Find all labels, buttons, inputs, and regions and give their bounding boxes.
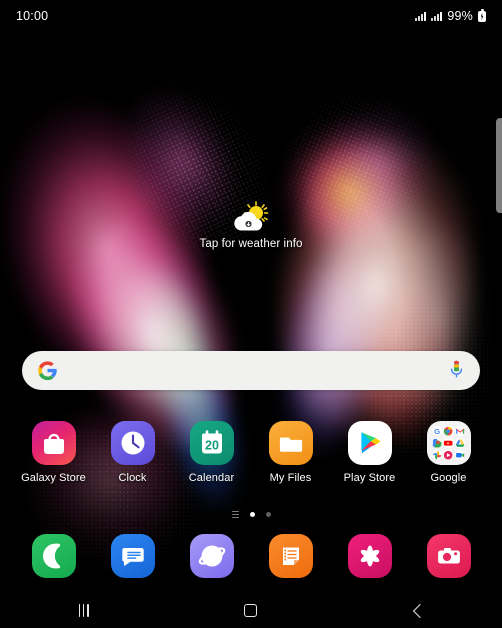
- messages-icon[interactable]: [110, 534, 155, 578]
- app-folder-google[interactable]: G Google: [413, 421, 485, 484]
- signal-bars-icon: [431, 11, 443, 21]
- navigation-bar: [0, 593, 502, 628]
- signal-bars-icon: [415, 11, 427, 21]
- app-play-store[interactable]: Play Store: [334, 421, 406, 484]
- meet-icon: [455, 449, 466, 460]
- edge-panel-handle[interactable]: [496, 118, 502, 213]
- dock-app-camera[interactable]: [413, 534, 485, 578]
- camera-icon[interactable]: [426, 534, 471, 578]
- phone-icon[interactable]: [31, 534, 76, 578]
- battery-charging-icon: [478, 9, 486, 22]
- svg-text:G: G: [434, 427, 440, 436]
- app-calendar[interactable]: 20 Calendar: [176, 421, 248, 484]
- google-g-logo: [38, 361, 57, 381]
- dock-app-notes[interactable]: [255, 534, 327, 578]
- my-files-icon[interactable]: [268, 421, 313, 465]
- back-button[interactable]: [383, 593, 453, 628]
- dock-app-messages[interactable]: [97, 534, 169, 578]
- sun-behind-cloud-icon: [234, 201, 269, 231]
- page-dot[interactable]: [265, 512, 271, 518]
- app-galaxy-store[interactable]: Galaxy Store: [18, 421, 90, 484]
- recents-icon: [78, 604, 89, 617]
- maps-icon: [431, 437, 442, 449]
- app-label: Galaxy Store: [21, 472, 86, 484]
- notes-icon[interactable]: [268, 534, 313, 578]
- gallery-icon[interactable]: [347, 534, 392, 578]
- status-bar-indicators: 99%: [415, 9, 486, 23]
- google-folder-icon[interactable]: G: [426, 421, 471, 465]
- back-chevron-icon: [412, 603, 427, 618]
- dock-app-gallery[interactable]: [334, 534, 406, 578]
- status-bar[interactable]: 10:00 99%: [0, 0, 502, 32]
- gmail-icon: [455, 426, 466, 437]
- google-search-icon: G: [431, 426, 442, 437]
- internet-icon[interactable]: [189, 534, 234, 578]
- dock: [0, 534, 502, 578]
- app-grid: Galaxy Store Clock 20 Calendar My Files …: [0, 421, 502, 484]
- page-dot-active[interactable]: [249, 512, 255, 518]
- play-store-icon[interactable]: [347, 421, 392, 465]
- youtube-icon: [443, 437, 454, 449]
- app-label: Calendar: [188, 472, 235, 484]
- google-search-bar[interactable]: [22, 351, 480, 390]
- recents-button[interactable]: [49, 593, 119, 628]
- app-my-files[interactable]: My Files: [255, 421, 327, 484]
- app-label: My Files: [269, 472, 312, 484]
- photos-icon: [431, 449, 442, 460]
- home-icon: [244, 604, 258, 617]
- page-indicator[interactable]: [0, 511, 502, 519]
- app-label: Clock: [118, 472, 147, 484]
- app-clock[interactable]: Clock: [97, 421, 169, 484]
- weather-widget-label: Tap for weather info: [199, 238, 303, 250]
- calendar-day-number: 20: [205, 439, 219, 453]
- app-label: Google: [430, 472, 467, 484]
- dock-app-phone[interactable]: [18, 534, 90, 578]
- google-play-games-icon: [443, 449, 454, 460]
- galaxy-store-icon[interactable]: [31, 421, 76, 465]
- dock-app-internet[interactable]: [176, 534, 248, 578]
- app-label: Play Store: [343, 472, 396, 484]
- home-button[interactable]: [216, 593, 286, 628]
- clock-icon[interactable]: [110, 421, 155, 465]
- calendar-icon[interactable]: 20: [189, 421, 234, 465]
- status-bar-clock: 10:00: [16, 9, 49, 23]
- battery-percent-label: 99%: [447, 9, 473, 23]
- chrome-icon: [443, 426, 454, 437]
- microphone-icon[interactable]: [448, 360, 465, 381]
- drive-icon: [455, 437, 466, 449]
- weather-widget[interactable]: Tap for weather info: [0, 200, 502, 250]
- phone-home-screen: 10:00 99% Tap for weather info Galaxy St…: [0, 0, 502, 628]
- samsung-free-page-icon[interactable]: [231, 511, 239, 519]
